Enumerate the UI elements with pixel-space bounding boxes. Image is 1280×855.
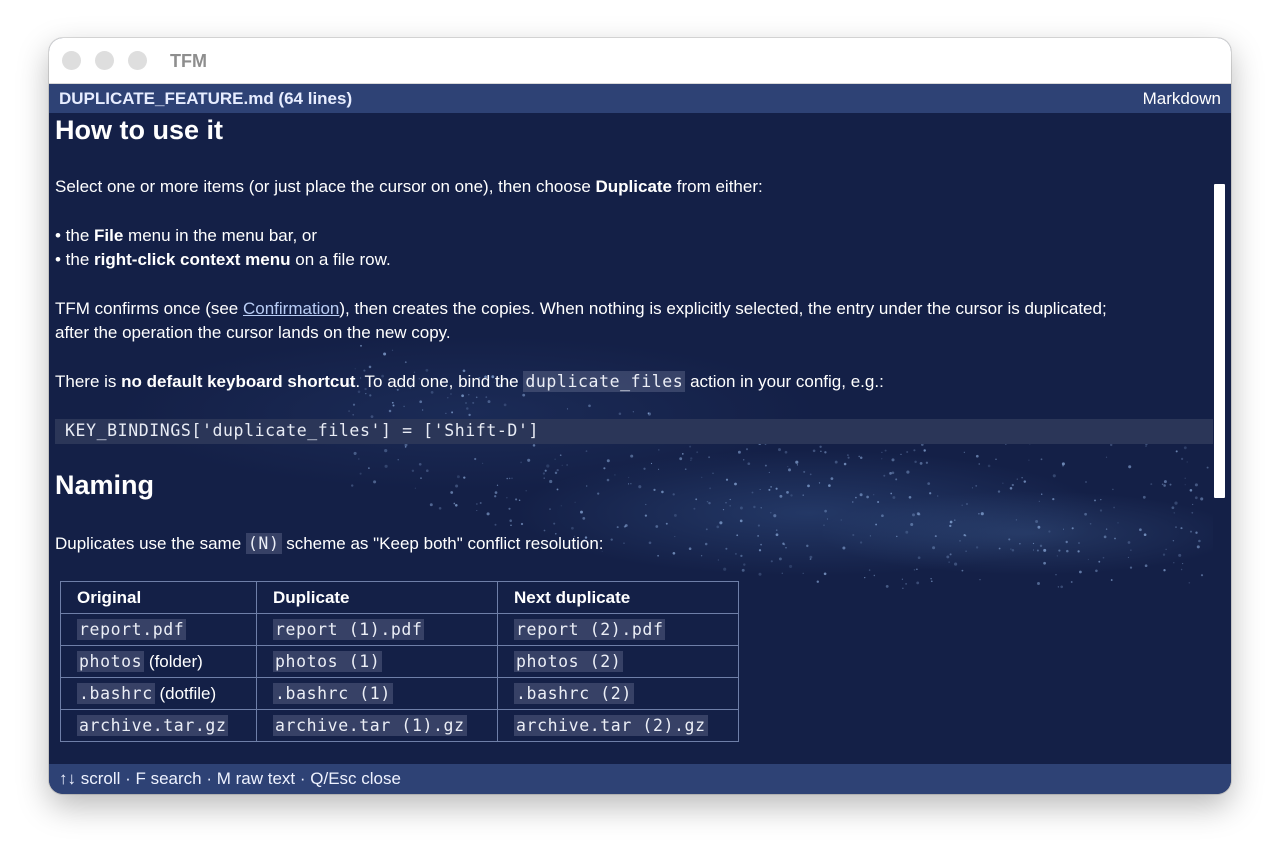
inline-code-n: (N): [245, 533, 282, 554]
status-footer: ↑↓ scroll · F search · M raw text · Q/Es…: [49, 764, 1231, 794]
cell-duplicate: .bashrc (1): [256, 677, 498, 710]
heading-how-to-use: How to use it: [55, 115, 223, 145]
paragraph-shortcut: There is no default keyboard shortcut. T…: [55, 371, 884, 392]
cell-original: report.pdf: [60, 613, 257, 646]
list-item-file-menu: • the File menu in the menu bar, or: [55, 226, 318, 245]
table-row: .bashrc (dotfile) .bashrc (1) .bashrc (2…: [60, 677, 739, 710]
column-header-duplicate: Duplicate: [256, 581, 498, 614]
close-window-button[interactable]: [62, 51, 81, 70]
cell-next-duplicate: report (2).pdf: [497, 613, 739, 646]
column-header-next-duplicate: Next duplicate: [497, 581, 739, 614]
paragraph-confirms: TFM confirms once (see Confirmation), th…: [55, 299, 1107, 318]
cell-next-duplicate: archive.tar (2).gz: [497, 709, 739, 742]
minimize-window-button[interactable]: [95, 51, 114, 70]
table-row: photos (folder) photos (1) photos (2): [60, 645, 739, 678]
paragraph-confirms-cont: after the operation the cursor lands on …: [55, 323, 451, 342]
cell-next-duplicate: photos (2): [497, 645, 739, 678]
code-block-key-bindings: KEY_BINDINGS['duplicate_files'] = ['Shif…: [55, 419, 1213, 444]
cell-original: archive.tar.gz: [60, 709, 257, 742]
table-row: archive.tar.gz archive.tar (1).gz archiv…: [60, 709, 739, 742]
list-item-context-menu: • the right-click context menu on a file…: [55, 250, 391, 269]
table-header-row: Original Duplicate Next duplicate: [60, 581, 739, 614]
vertical-scrollbar[interactable]: [1213, 113, 1231, 764]
table-row: report.pdf report (1).pdf report (2).pdf: [60, 613, 739, 646]
markdown-content[interactable]: How to use it Select one or more items (…: [49, 113, 1213, 764]
window-title: TFM: [170, 51, 207, 71]
paragraph-naming: Duplicates use the same (N) scheme as "K…: [55, 533, 604, 554]
cell-duplicate: photos (1): [256, 645, 498, 678]
view-mode-label: Markdown: [1142, 89, 1221, 108]
title-bar: TFM: [49, 38, 1231, 84]
cell-original: photos (folder): [60, 645, 257, 678]
column-header-original: Original: [60, 581, 257, 614]
scrollbar-thumb[interactable]: [1214, 184, 1225, 498]
heading-naming: Naming: [55, 470, 155, 500]
file-header: DUPLICATE_FEATURE.md (64 lines) Markdown: [49, 84, 1231, 113]
duplicate-naming-table: Original Duplicate Next duplicate report…: [60, 581, 739, 742]
cell-duplicate: report (1).pdf: [256, 613, 498, 646]
keyboard-help-text: ↑↓ scroll · F search · M raw text · Q/Es…: [59, 769, 401, 788]
viewer-window: TFM DUPLICATE_FEATURE.md (64 lines) Mark…: [49, 38, 1231, 794]
confirmation-link[interactable]: Confirmation: [243, 299, 339, 318]
cell-original: .bashrc (dotfile): [60, 677, 257, 710]
zoom-window-button[interactable]: [128, 51, 147, 70]
paragraph-select: Select one or more items (or just place …: [55, 177, 763, 196]
cell-next-duplicate: .bashrc (2): [497, 677, 739, 710]
cell-duplicate: archive.tar (1).gz: [256, 709, 498, 742]
file-name-label: DUPLICATE_FEATURE.md (64 lines): [59, 89, 353, 108]
inline-code-duplicate-files: duplicate_files: [523, 371, 686, 392]
